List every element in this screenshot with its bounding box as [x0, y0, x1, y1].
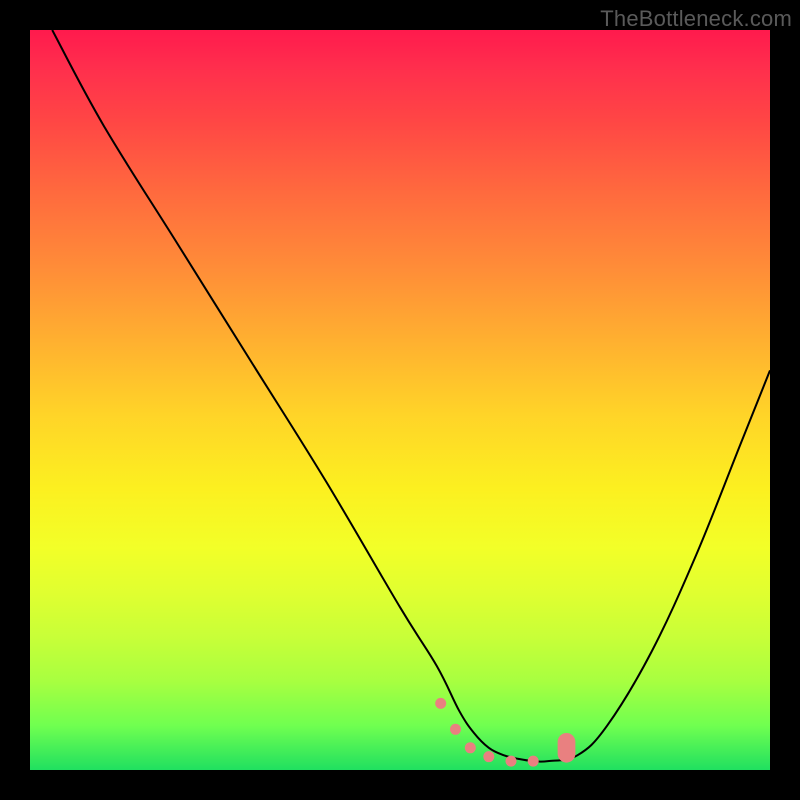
chart-marker-dot — [528, 756, 539, 767]
chart-marker-dot — [483, 751, 494, 762]
chart-marker-bar — [558, 733, 576, 763]
chart-markers-svg — [30, 30, 770, 770]
chart-marker-dot — [435, 698, 446, 709]
chart-plot-area — [30, 30, 770, 770]
chart-marker-dot — [450, 724, 461, 735]
chart-marker-dot — [506, 756, 517, 767]
chart-marker-dot — [465, 742, 476, 753]
watermark-text: TheBottleneck.com — [600, 6, 792, 32]
